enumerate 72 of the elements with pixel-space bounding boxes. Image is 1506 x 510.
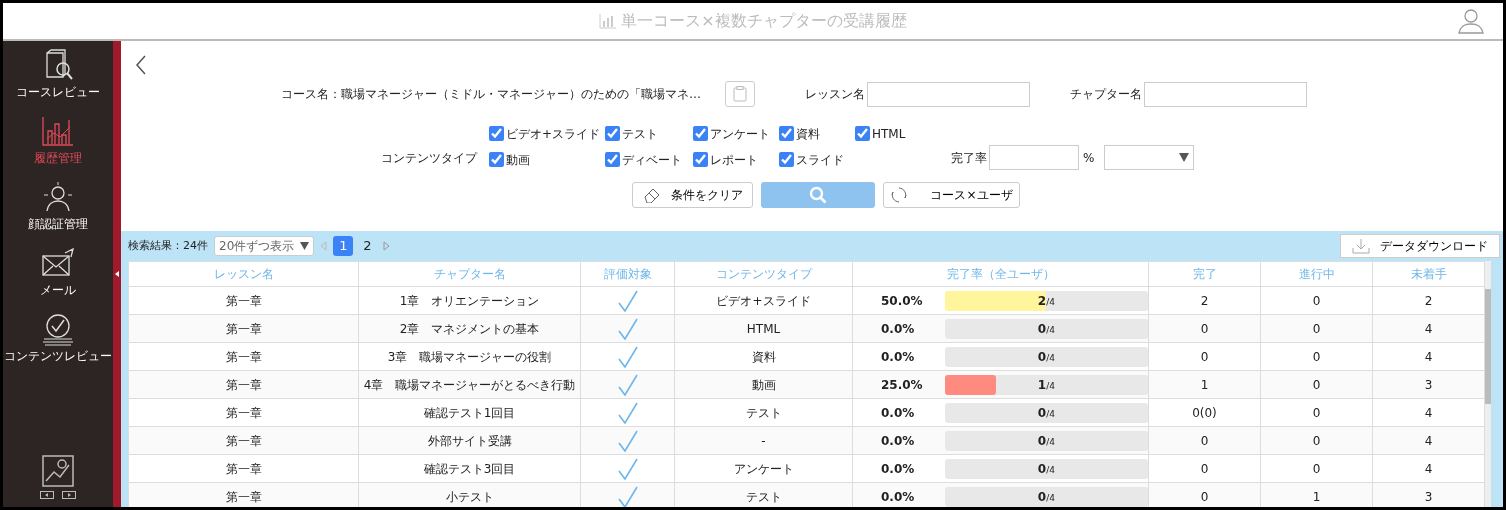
table-cell: 0 <box>1148 482 1261 507</box>
table-cell: 0 <box>1260 426 1373 455</box>
table-cell: 1章 オリエンテーション <box>358 286 581 315</box>
table-cell: 2章 マネジメントの基本 <box>358 314 581 343</box>
rate-text: 0.0% <box>881 348 916 366</box>
field-label: チャプター名 <box>1070 86 1142 103</box>
table-cell: 1 <box>1260 482 1373 507</box>
rate-text: 0.0% <box>881 488 916 506</box>
table-cell: 資料 <box>674 342 853 371</box>
table-cell: 第一章 <box>128 370 359 399</box>
rate-text: 0.0% <box>881 432 916 450</box>
table-cell: 4 <box>1372 342 1485 371</box>
table-cell: アンケート <box>674 454 853 483</box>
table-cell: 0 <box>1148 454 1261 483</box>
table-cell: ビデオ+スライド <box>674 286 853 315</box>
table-cell: 3章 職場マネージャーの役割 <box>358 342 581 371</box>
table-cell: 0 <box>1148 314 1261 343</box>
table-cell: テスト <box>674 482 853 507</box>
table-cell: 0 <box>1260 342 1373 371</box>
table-cell: 3 <box>1372 370 1485 399</box>
rate-text: 0.0% <box>881 320 916 338</box>
table-cell: 0 <box>1260 370 1373 399</box>
table-cell: 確認テスト3回目 <box>358 454 581 483</box>
table-cell: 4 <box>1372 454 1485 483</box>
table-cell: 外部サイト受講 <box>358 426 581 455</box>
checkbox-label: 動画 <box>506 151 530 169</box>
rate-text: 50.0% <box>881 292 924 310</box>
checkbox-label: レポート <box>710 151 758 169</box>
rate-text: 25.0% <box>881 376 924 394</box>
table-cell: 第一章 <box>128 342 359 371</box>
table-cell: 4 <box>1372 398 1485 427</box>
table-cell: 3 <box>1372 482 1485 507</box>
table-cell: 0 <box>1260 286 1373 315</box>
table-cell: 1 <box>1148 370 1261 399</box>
checkbox-label: HTML <box>872 125 906 143</box>
table-cell: 第一章 <box>128 454 359 483</box>
table-cell: - <box>674 426 853 455</box>
rate-text: 0.0% <box>881 404 916 422</box>
table-cell: 2 <box>1372 286 1485 315</box>
table-cell: 4章 職場マネージャーがとるべき行動 <box>358 370 581 399</box>
field-label: 完了率 <box>951 149 987 167</box>
table-cell: 第一章 <box>128 314 359 343</box>
table-cell: 0 <box>1148 426 1261 455</box>
result-count: 検索結果：24件 <box>128 237 208 254</box>
checkbox-label: 資料 <box>796 125 820 143</box>
table-cell: 4 <box>1372 314 1485 343</box>
table-cell: 0(0) <box>1148 398 1261 427</box>
table-cell: テスト <box>674 398 853 427</box>
table-cell: 第一章 <box>128 482 359 507</box>
table-cell: 動画 <box>674 370 853 399</box>
table-cell: 0 <box>1260 398 1373 427</box>
table-cell: 第一章 <box>128 398 359 427</box>
course-name: コース名：職場マネージャー（ミドル・マネージャー）のための「職場マネ… <box>281 86 701 103</box>
table-cell: 2 <box>1148 286 1261 315</box>
table-cell: HTML <box>674 314 853 343</box>
table-cell: 0 <box>1260 314 1373 343</box>
table-cell: 小テスト <box>358 482 581 507</box>
field-label: レッスン名 <box>805 86 865 103</box>
unit-label: % <box>1083 149 1095 167</box>
table-cell: 確認テスト1回目 <box>358 398 581 427</box>
table-cell: 第一章 <box>128 426 359 455</box>
table-cell: 第一章 <box>128 286 359 315</box>
checkbox-label: テスト <box>622 125 658 143</box>
table-cell: 0 <box>1260 454 1373 483</box>
rate-text: 0.0% <box>881 460 916 478</box>
table-cell: 0 <box>1148 342 1261 371</box>
checkbox-label: アンケート <box>710 125 770 143</box>
checkbox-label: ディベート <box>622 151 682 169</box>
checkbox-label: ビデオ+スライド <box>506 125 601 143</box>
field-label: コンテンツタイプ <box>381 149 477 167</box>
checkbox-label: スライド <box>796 151 844 169</box>
table-cell: 4 <box>1372 426 1485 455</box>
